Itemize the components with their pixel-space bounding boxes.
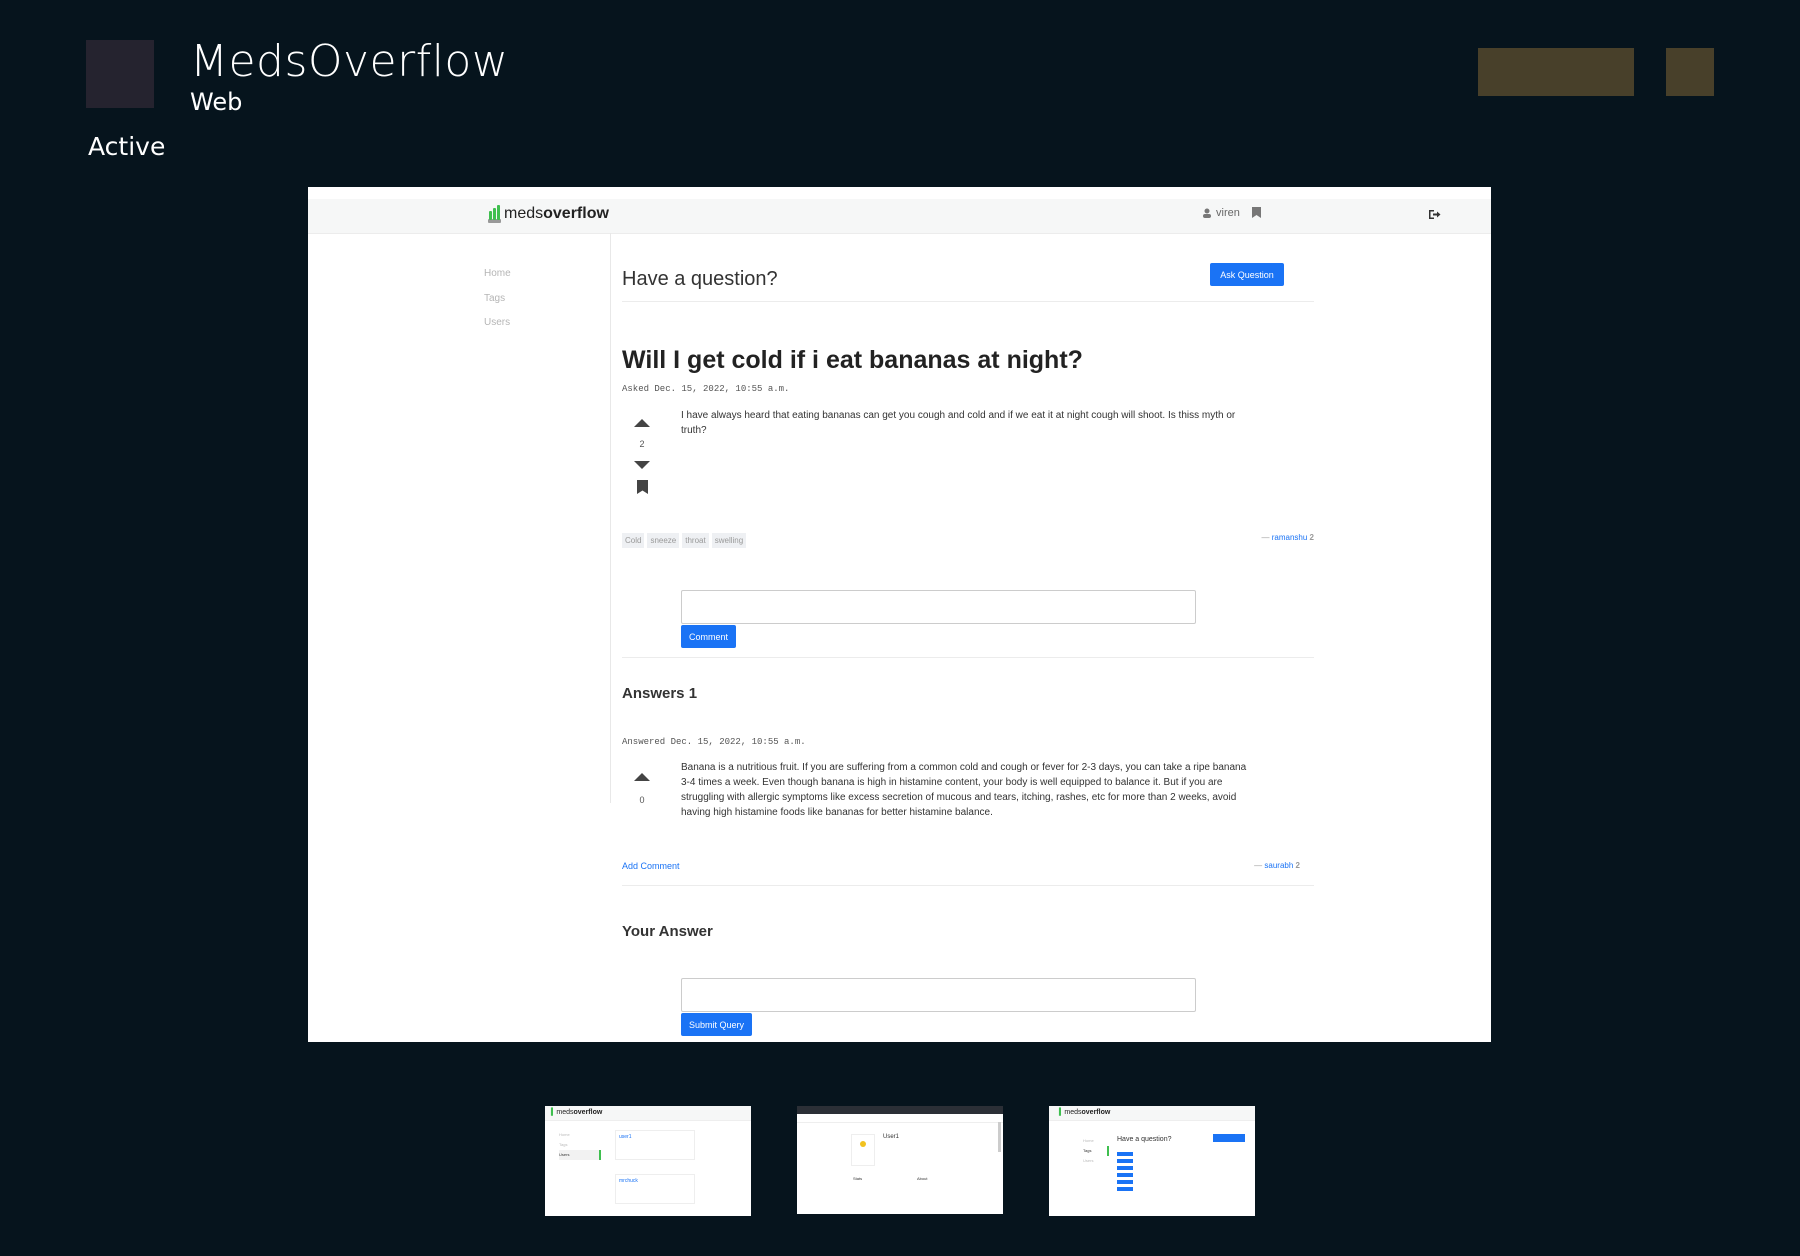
bookmark-question-icon[interactable] <box>636 480 648 494</box>
sidebar-item-home[interactable]: Home <box>484 268 511 279</box>
app-title: MedsOverflow <box>190 36 509 87</box>
bookmark-icon[interactable] <box>1252 207 1261 218</box>
logo[interactable]: medsoverflow <box>488 205 609 223</box>
question-vote-controls: 2 <box>630 419 654 499</box>
question-author: — ramanshu 2 <box>1261 533 1315 542</box>
submit-query-button[interactable]: Submit Query <box>681 1013 753 1036</box>
app-status: Active <box>88 132 166 161</box>
logo-text-prefix: meds <box>504 205 544 222</box>
logo-text-bold: overflow <box>543 205 609 222</box>
divider <box>622 657 1314 658</box>
page-heading: Have a question? <box>622 268 778 290</box>
answer-body: Banana is a nutritious fruit. If you are… <box>681 762 1247 818</box>
answers-heading: Answers 1 <box>622 685 698 702</box>
divider <box>622 885 1314 886</box>
answer-vote-controls: 0 <box>630 773 654 805</box>
downvote-icon[interactable] <box>634 461 650 469</box>
question-author-link[interactable]: ramanshu <box>1272 533 1308 542</box>
divider <box>622 301 1314 302</box>
question-vote-count: 2 <box>639 439 645 449</box>
logout-icon[interactable] <box>1428 209 1441 220</box>
comment-button[interactable]: Comment <box>681 625 737 648</box>
tag[interactable]: swelling <box>711 533 747 548</box>
question-body: I have always heard that eating bananas … <box>681 410 1236 436</box>
answer-author-link[interactable]: saurabh <box>1264 861 1293 870</box>
app-icon <box>86 40 154 108</box>
tag[interactable]: sneeze <box>647 533 680 548</box>
question-author-rep: 2 <box>1309 533 1314 542</box>
navbar: medsoverflow viren <box>308 199 1491 234</box>
sidebar-item-tags[interactable]: Tags <box>484 293 505 304</box>
upvote-icon[interactable] <box>634 773 650 781</box>
tag[interactable]: Cold <box>622 533 645 548</box>
answer-author: — saurabh 2 <box>1254 861 1300 870</box>
username: viren <box>1216 207 1240 219</box>
thumbnail-users[interactable]: ▍medsoverflow Home Tags Users user1 Joined … <box>545 1106 751 1216</box>
screenshot-preview: medsoverflow viren Home Tags Users Have … <box>308 187 1491 1042</box>
tag[interactable]: throat <box>682 533 709 548</box>
app-platform: Web <box>190 88 243 116</box>
answer-author-rep: 2 <box>1295 861 1300 870</box>
answer-input[interactable] <box>681 978 1196 1012</box>
header-icon-button[interactable] <box>1666 48 1714 96</box>
question-tags: Cold sneeze throat swelling <box>622 533 747 548</box>
question-asked-date: Asked Dec. 15, 2022, 10:55 a.m. <box>622 384 790 394</box>
ask-question-button[interactable]: Ask Question <box>1210 263 1284 286</box>
comment-input[interactable] <box>681 590 1196 624</box>
your-answer-heading: Your Answer <box>622 923 713 940</box>
add-comment-link[interactable]: Add Comment <box>622 861 680 871</box>
upvote-icon[interactable] <box>634 419 650 427</box>
thumbnail-tags[interactable]: ▍medsoverflow Home Tags Users Have a quest… <box>1049 1106 1255 1216</box>
sidebar-item-users[interactable]: Users <box>484 317 510 328</box>
answer-vote-count: 0 <box>639 795 645 805</box>
sidebar: Home Tags Users <box>484 233 611 803</box>
user-icon <box>1203 208 1211 218</box>
user-profile-link[interactable]: viren <box>1202 207 1240 219</box>
thumbnail-profile[interactable]: User1 Stats About <box>797 1106 1003 1214</box>
answer-date: Answered Dec. 15, 2022, 10:55 a.m. <box>622 737 806 747</box>
logo-icon <box>488 205 502 223</box>
header-action-button[interactable] <box>1478 48 1634 96</box>
question-title: Will I get cold if i eat bananas at nigh… <box>622 346 1083 374</box>
